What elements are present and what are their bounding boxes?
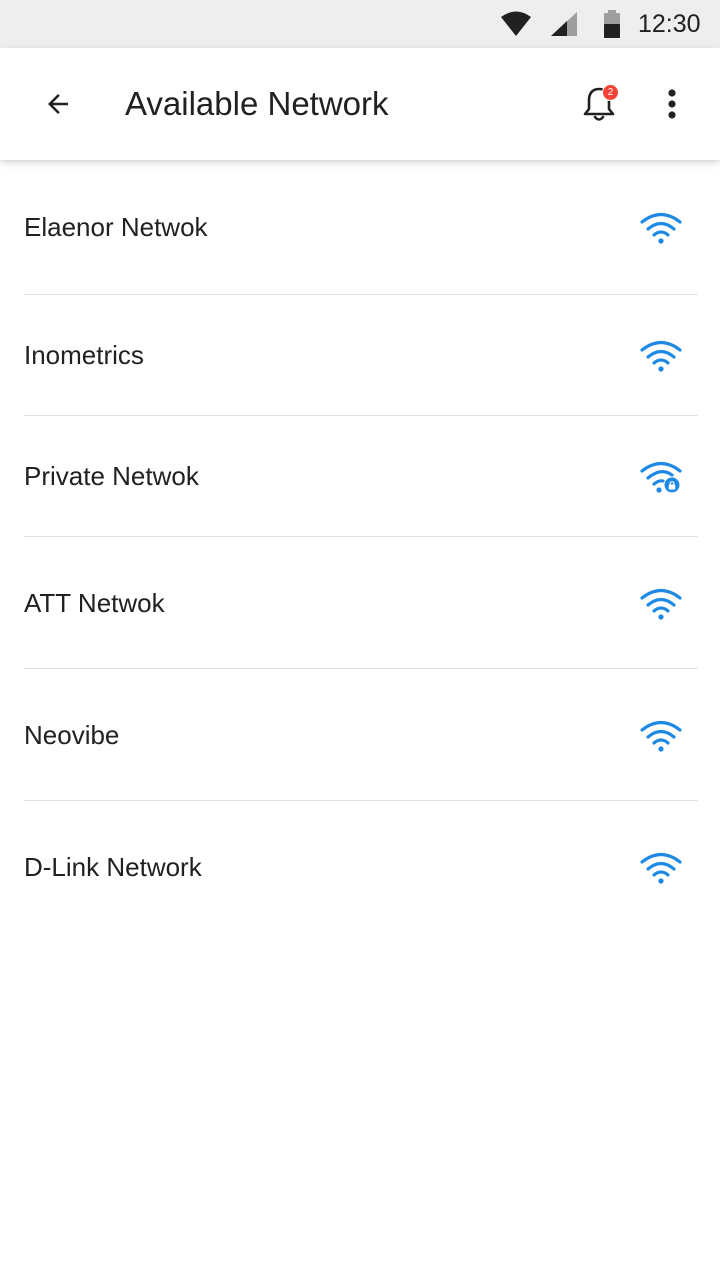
wifi-lock-icon bbox=[640, 461, 682, 493]
network-name: Inometrics bbox=[24, 340, 144, 370]
network-name: ATT Netwok bbox=[24, 587, 165, 618]
battery-status-icon bbox=[604, 10, 620, 38]
network-item[interactable]: Inometrics bbox=[24, 295, 698, 416]
network-name: Neovibe bbox=[24, 719, 120, 750]
network-item[interactable]: Neovibe bbox=[24, 669, 698, 801]
network-name: Private Netwok bbox=[24, 461, 199, 491]
wifi-icon bbox=[640, 852, 682, 884]
wifi-status-icon bbox=[501, 11, 531, 36]
network-item[interactable]: Elaenor Netwok bbox=[24, 160, 698, 295]
network-name: D-Link Network bbox=[24, 851, 202, 882]
network-list: Elaenor Netwok Inometrics Private Netwok bbox=[0, 160, 720, 932]
network-name: Elaenor Netwok bbox=[24, 212, 208, 242]
back-button[interactable] bbox=[30, 76, 86, 132]
back-arrow-icon bbox=[48, 94, 68, 114]
network-item[interactable]: Private Netwok bbox=[24, 416, 698, 537]
wifi-icon bbox=[640, 588, 682, 620]
status-time: 12:30 bbox=[638, 10, 701, 38]
notification-badge: 2 bbox=[602, 84, 619, 101]
app-bar: Available Network 2 bbox=[0, 48, 720, 160]
wifi-icon bbox=[640, 212, 682, 244]
more-vert-icon bbox=[668, 89, 676, 119]
network-item[interactable]: ATT Netwok bbox=[24, 537, 698, 669]
signal-status-icon bbox=[551, 12, 577, 36]
page-title: Available Network bbox=[125, 85, 389, 122]
notifications-button[interactable]: 2 bbox=[570, 76, 626, 132]
wifi-icon bbox=[640, 720, 682, 752]
network-item[interactable]: D-Link Network bbox=[24, 801, 698, 932]
status-bar: 12:30 bbox=[0, 0, 720, 48]
more-options-button[interactable] bbox=[644, 76, 700, 132]
wifi-icon bbox=[640, 340, 682, 372]
